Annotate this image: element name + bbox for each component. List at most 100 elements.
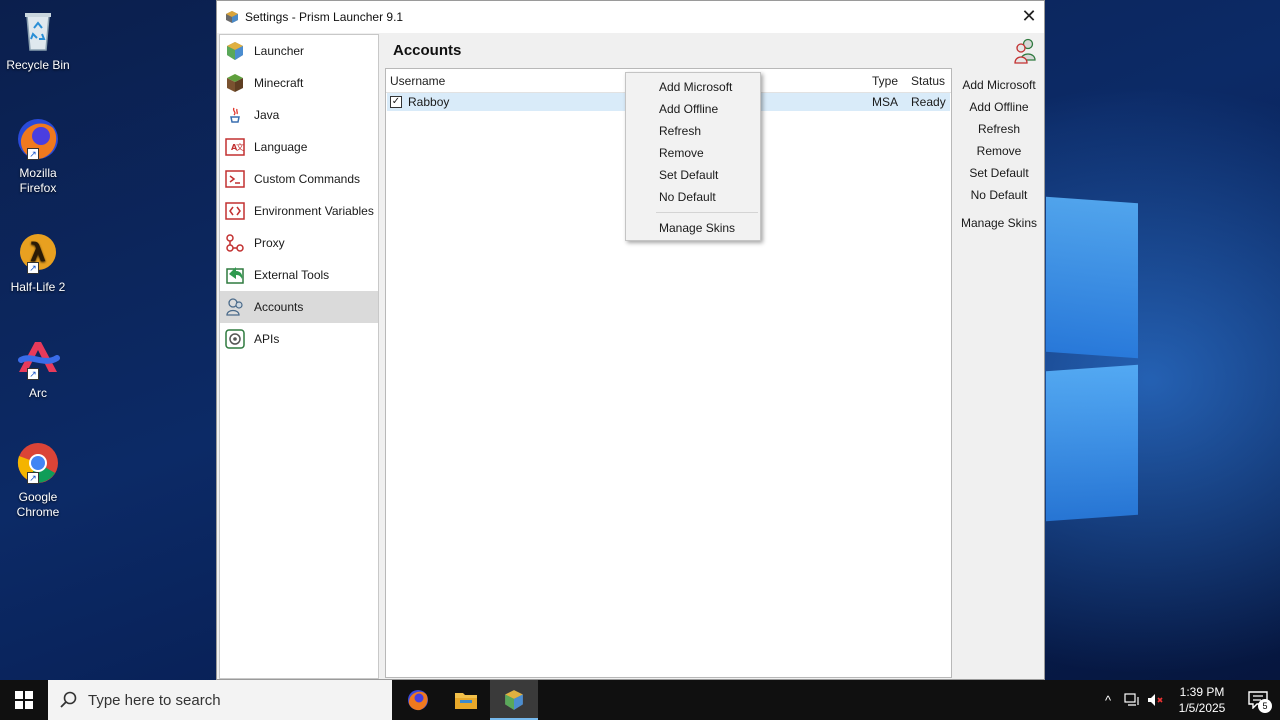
system-tray: ^ 1:39 PM 1/5/2025 5 bbox=[1096, 680, 1280, 720]
clock-time: 1:39 PM bbox=[1179, 685, 1225, 699]
wallpaper-pane bbox=[1046, 364, 1138, 522]
menu-item-add-microsoft[interactable]: Add Microsoft bbox=[626, 76, 760, 98]
sidebar-item-language[interactable]: A文 Language bbox=[220, 131, 378, 163]
sidebar-item-label: Minecraft bbox=[254, 76, 304, 90]
taskbar-app-prism-launcher[interactable] bbox=[490, 680, 538, 720]
sidebar-item-minecraft[interactable]: Minecraft bbox=[220, 67, 378, 99]
search-placeholder: Type here to search bbox=[88, 691, 221, 709]
taskbar-search-box[interactable]: Type here to search bbox=[48, 680, 392, 720]
sidebar-item-label: Accounts bbox=[254, 300, 304, 314]
cell-type: MSA bbox=[872, 95, 899, 109]
sidebar-item-accounts[interactable]: Accounts bbox=[220, 291, 378, 323]
sidebar-item-external-tools[interactable]: External Tools bbox=[220, 259, 378, 291]
prism-launcher-icon bbox=[226, 11, 238, 23]
title-bar[interactable]: Settings - Prism Launcher 9.1 ✕ bbox=[217, 1, 1044, 33]
taskbar: Type here to search ^ 1:39 PM 1/5/2025 5 bbox=[0, 680, 1280, 720]
accounts-icon bbox=[224, 296, 246, 318]
sidebar-item-label: External Tools bbox=[254, 268, 330, 282]
action-center-button[interactable]: 5 bbox=[1236, 680, 1280, 720]
menu-item-set-default[interactable]: Set Default bbox=[626, 164, 760, 186]
network-icon[interactable] bbox=[1120, 680, 1144, 720]
sidebar-item-label: Language bbox=[254, 140, 308, 154]
search-icon bbox=[60, 691, 77, 708]
set-default-button[interactable]: Set Default bbox=[957, 162, 1041, 184]
window-title: Settings - Prism Launcher 9.1 bbox=[245, 10, 404, 24]
context-menu: Add Microsoft Add Offline Refresh Remove… bbox=[625, 72, 761, 241]
show-hidden-icons-chevron-icon[interactable]: ^ bbox=[1096, 680, 1120, 720]
menu-item-refresh[interactable]: Refresh bbox=[626, 120, 760, 142]
api-icon bbox=[224, 328, 246, 350]
column-header-status[interactable]: Status bbox=[911, 74, 945, 88]
windows-logo-icon bbox=[15, 691, 33, 709]
menu-item-add-offline[interactable]: Add Offline bbox=[626, 98, 760, 120]
sidebar-item-label: Environment Variables bbox=[254, 204, 374, 218]
sidebar-item-label: Launcher bbox=[254, 44, 305, 58]
volume-muted-icon[interactable] bbox=[1144, 680, 1168, 720]
shortcut-arrow-icon: ↗ bbox=[27, 368, 39, 380]
add-microsoft-button[interactable]: Add Microsoft bbox=[957, 74, 1041, 96]
remove-button[interactable]: Remove bbox=[957, 140, 1041, 162]
recycle-bin-icon bbox=[15, 8, 61, 54]
refresh-button[interactable]: Refresh bbox=[957, 118, 1041, 140]
taskbar-app-firefox[interactable] bbox=[394, 680, 442, 720]
account-actions: Add Microsoft Add Offline Refresh Remove… bbox=[957, 74, 1041, 234]
menu-item-manage-skins[interactable]: Manage Skins bbox=[626, 217, 760, 239]
wallpaper-pane bbox=[1046, 196, 1138, 359]
sidebar-item-label: Java bbox=[254, 108, 280, 122]
accounts-icon bbox=[1014, 38, 1036, 64]
firefox-icon: ↗ bbox=[15, 116, 61, 162]
sidebar-item-label: APIs bbox=[254, 332, 280, 346]
page-title: Accounts bbox=[393, 42, 462, 59]
start-button[interactable] bbox=[0, 680, 48, 720]
taskbar-clock[interactable]: 1:39 PM 1/5/2025 bbox=[1168, 684, 1236, 716]
column-header-username[interactable]: Username bbox=[390, 74, 445, 88]
no-default-button[interactable]: No Default bbox=[957, 184, 1041, 206]
sidebar-item-launcher[interactable]: Launcher bbox=[220, 35, 378, 67]
desktop-icon-firefox[interactable]: ↗ Mozilla Firefox bbox=[2, 116, 74, 196]
arc-icon: ↗ bbox=[15, 336, 61, 382]
terminal-icon bbox=[224, 168, 246, 190]
menu-item-no-default[interactable]: No Default bbox=[626, 186, 760, 208]
desktop-icon-google-chrome[interactable]: ↗ Google Chrome bbox=[2, 440, 74, 520]
minecraft-block-icon bbox=[224, 72, 246, 94]
sidebar-item-apis[interactable]: APIs bbox=[220, 323, 378, 355]
sidebar-item-proxy[interactable]: Proxy bbox=[220, 227, 378, 259]
desktop-icon-label: Recycle Bin bbox=[6, 58, 70, 72]
shortcut-arrow-icon: ↗ bbox=[27, 472, 39, 484]
sidebar-item-label: Custom Commands bbox=[254, 172, 361, 186]
cell-status: Ready bbox=[911, 95, 946, 109]
desktop-icon-arc[interactable]: ↗ Arc bbox=[2, 336, 74, 401]
svg-text:文: 文 bbox=[236, 142, 244, 152]
desktop-icon-label: Mozilla Firefox bbox=[19, 166, 57, 195]
default-account-checkbox[interactable]: ✓ bbox=[390, 96, 402, 108]
sidebar-item-custom-commands[interactable]: Custom Commands bbox=[220, 163, 378, 195]
menu-separator bbox=[656, 212, 758, 213]
sidebar-item-label: Proxy bbox=[254, 236, 285, 250]
desktop-icon-recycle-bin[interactable]: Recycle Bin bbox=[2, 8, 74, 73]
firefox-icon bbox=[408, 690, 428, 711]
sidebar-item-java[interactable]: Java bbox=[220, 99, 378, 131]
chrome-icon: ↗ bbox=[15, 440, 61, 486]
add-offline-button[interactable]: Add Offline bbox=[957, 96, 1041, 118]
proxy-icon bbox=[224, 232, 246, 254]
notification-count-badge: 5 bbox=[1258, 699, 1272, 713]
clock-date: 1/5/2025 bbox=[1178, 701, 1226, 715]
java-icon bbox=[224, 104, 246, 126]
half-life-icon: λ ↗ bbox=[15, 230, 61, 276]
shortcut-arrow-icon: ↗ bbox=[27, 262, 39, 274]
desktop-icon-label: Half-Life 2 bbox=[10, 280, 66, 294]
sidebar-item-environment-variables[interactable]: Environment Variables bbox=[220, 195, 378, 227]
external-tools-icon bbox=[224, 264, 246, 286]
desktop-icon-half-life-2[interactable]: λ ↗ Half-Life 2 bbox=[2, 230, 74, 295]
code-brackets-icon bbox=[224, 200, 246, 222]
desktop-icon-label: Arc bbox=[29, 386, 47, 400]
taskbar-app-file-explorer[interactable] bbox=[442, 680, 490, 720]
folder-icon bbox=[455, 693, 477, 709]
close-button[interactable]: ✕ bbox=[1014, 1, 1044, 31]
menu-item-remove[interactable]: Remove bbox=[626, 142, 760, 164]
desktop-icon-label: Google Chrome bbox=[16, 490, 60, 519]
manage-skins-button[interactable]: Manage Skins bbox=[957, 212, 1041, 234]
column-header-type[interactable]: Type bbox=[872, 74, 898, 88]
settings-sidebar: Launcher Minecraft Java A文 Language Cust… bbox=[219, 34, 379, 679]
language-icon: A文 bbox=[224, 136, 246, 158]
